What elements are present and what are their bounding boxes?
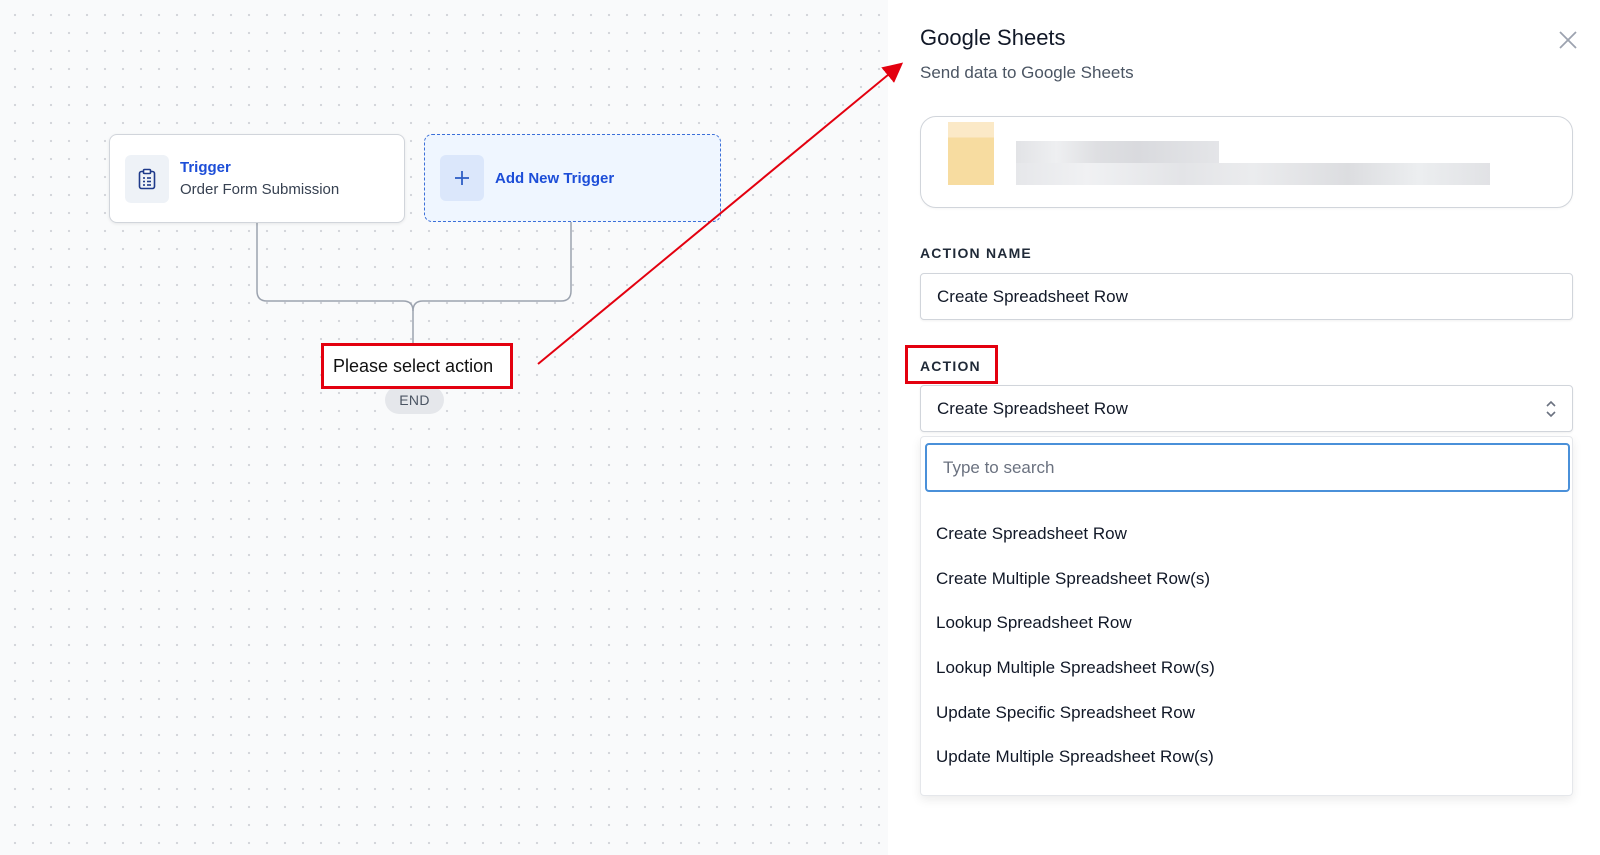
action-option[interactable]: Create Multiple Spreadsheet Row(s) xyxy=(921,557,1572,602)
action-option-list: Create Spreadsheet Row Create Multiple S… xyxy=(921,512,1572,795)
action-option[interactable]: Lookup Spreadsheet Row xyxy=(921,601,1572,646)
add-new-trigger-button[interactable]: Add New Trigger xyxy=(424,134,721,222)
action-name-label: ACTION NAME xyxy=(920,245,1032,261)
action-settings-panel: Google Sheets Send data to Google Sheets… xyxy=(888,0,1600,855)
account-email-redacted xyxy=(1016,163,1490,185)
add-new-trigger-label: Add New Trigger xyxy=(495,169,615,187)
action-label: ACTION xyxy=(920,358,981,374)
action-option[interactable]: Create Spreadsheet Row xyxy=(921,512,1572,557)
action-select-value: Create Spreadsheet Row xyxy=(937,398,1128,418)
action-search-input[interactable] xyxy=(925,443,1570,492)
action-option[interactable]: Update Specific Spreadsheet Row xyxy=(921,690,1572,735)
action-option[interactable]: Lookup Multiple Spreadsheet Row(s) xyxy=(921,646,1572,691)
clipboard-icon xyxy=(138,168,156,189)
action-option[interactable]: Update Spreadsheet Row using Lookup xyxy=(921,780,1572,795)
workflow-canvas[interactable]: Trigger Order Form Submission Add New Tr… xyxy=(0,0,888,855)
plus-icon xyxy=(440,155,484,201)
close-icon xyxy=(1559,31,1577,49)
trigger-node[interactable]: Trigger Order Form Submission xyxy=(109,134,405,223)
action-option[interactable]: Update Multiple Spreadsheet Row(s) xyxy=(921,735,1572,780)
chevron-updown-icon xyxy=(1546,400,1556,418)
action-dropdown[interactable]: Create Spreadsheet Row Create Multiple S… xyxy=(920,436,1573,796)
action-name-input[interactable] xyxy=(920,273,1573,320)
account-avatar xyxy=(948,122,994,185)
panel-subtitle: Send data to Google Sheets xyxy=(920,63,1134,82)
action-select[interactable]: Create Spreadsheet Row xyxy=(920,385,1573,432)
close-button[interactable] xyxy=(1555,27,1581,53)
connected-account-card[interactable] xyxy=(920,116,1573,208)
account-name-redacted xyxy=(1016,141,1219,163)
end-node: END xyxy=(385,386,444,414)
node-connectors xyxy=(256,222,572,343)
trigger-icon-box xyxy=(125,154,169,203)
panel-title: Google Sheets xyxy=(920,25,1066,50)
trigger-node-subtitle: Order Form Submission xyxy=(180,180,340,198)
select-action-callout[interactable]: Please select action xyxy=(321,343,513,389)
trigger-node-title: Trigger xyxy=(180,158,231,176)
